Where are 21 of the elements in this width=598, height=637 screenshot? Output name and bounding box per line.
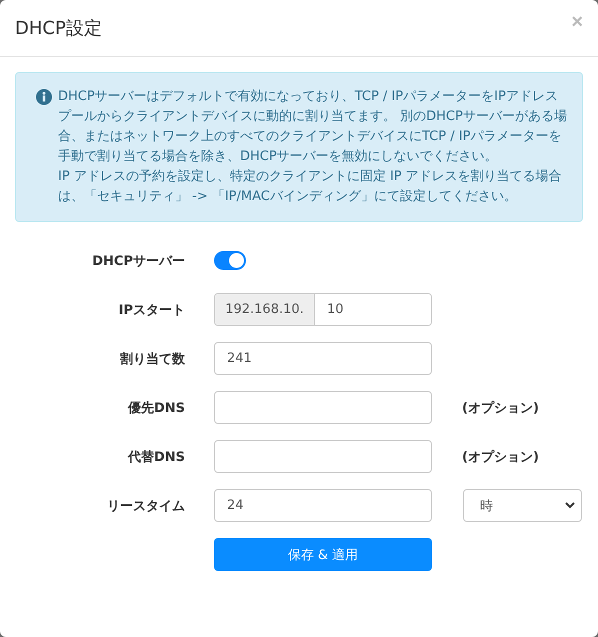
field-label: 代替DNS <box>126 448 185 466</box>
input-field[interactable]: 24 <box>214 489 432 522</box>
field-label: 割り当て数 <box>119 350 185 368</box>
field-label: リースタイム <box>106 498 185 514</box>
input-field[interactable] <box>214 391 432 424</box>
ip-prefix: 192.168.10. <box>215 294 315 325</box>
info-text: DHCPサーバーはデフォルトで有効になっており、TCP / IPパラメーターをIPアドレスプールからクライアントデバイスに動的に割り当てます。 別のDHCPサーバーがある場合、またはネットワーク上のすべてのクライアントデバイスにTCP / IPパラメーターを手動で割り当てる場合を除き、DHCPサーバーを無効にしないでください。 <box>58 88 568 166</box>
field-label: DHCPサーバー <box>91 252 185 270</box>
field-label: 優先DNS <box>126 400 185 416</box>
optional-note: (オプション) <box>462 448 539 466</box>
input-field[interactable]: 241 <box>214 342 432 375</box>
field-label: IPスタート <box>118 302 185 318</box>
info-text: IP アドレスの予約を設定し、特定のクライアントに固定 IP アドレスを割り当てる場合は、「セキュリティ」 -> 「IP/MACバインディング」にて設定してください。 <box>58 168 563 206</box>
chevron-down-icon <box>565 502 575 509</box>
toggle-switch[interactable] <box>214 251 246 270</box>
unit-select[interactable]: 時 <box>463 489 582 522</box>
input-field[interactable]: 192.168.10. 10 <box>214 293 432 326</box>
input-field[interactable] <box>214 440 432 473</box>
optional-note: (オプション) <box>462 400 539 416</box>
info-icon <box>36 89 52 105</box>
dialog-title: DHCP設定 <box>15 17 102 40</box>
